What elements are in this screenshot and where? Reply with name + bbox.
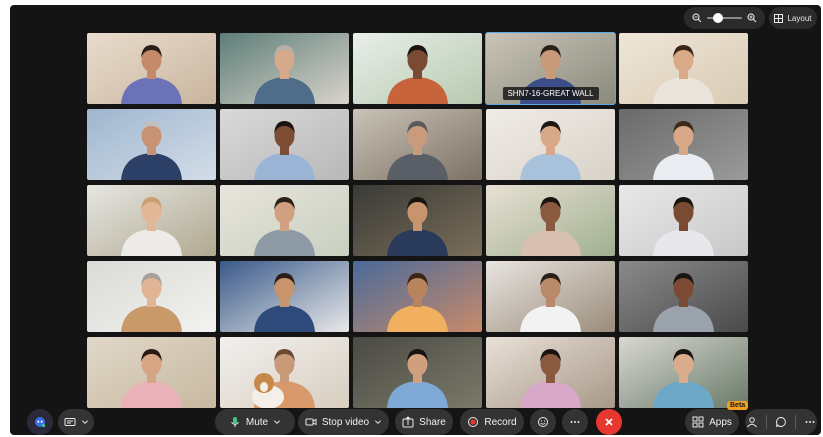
record-button[interactable]: Record bbox=[460, 409, 524, 435]
participant-video bbox=[87, 109, 216, 180]
video-tile[interactable] bbox=[353, 109, 482, 180]
toolbar-divider bbox=[766, 415, 768, 429]
video-tile[interactable] bbox=[87, 109, 216, 180]
more-icon[interactable] bbox=[804, 416, 816, 428]
mute-label: Mute bbox=[245, 416, 269, 428]
video-tile[interactable] bbox=[353, 33, 482, 104]
video-tile[interactable] bbox=[87, 33, 216, 104]
end-call-button[interactable] bbox=[596, 409, 622, 435]
share-label: Share bbox=[419, 416, 446, 428]
participant-video bbox=[220, 109, 349, 180]
end-call-icon bbox=[605, 418, 613, 426]
stop-video-label: Stop video bbox=[321, 416, 370, 428]
video-tile[interactable] bbox=[220, 261, 349, 332]
ai-assistant-icon bbox=[35, 417, 46, 428]
video-tile[interactable] bbox=[220, 185, 349, 256]
participant-video bbox=[619, 337, 748, 408]
beta-badge: Beta bbox=[727, 401, 749, 410]
zoom-slider-thumb[interactable] bbox=[712, 13, 723, 23]
participant-video bbox=[486, 337, 615, 408]
video-tile[interactable] bbox=[619, 109, 748, 180]
participants-icon[interactable] bbox=[746, 416, 758, 428]
video-tile[interactable] bbox=[87, 185, 216, 256]
video-tile[interactable] bbox=[87, 337, 216, 408]
video-tile[interactable] bbox=[353, 185, 482, 256]
participant-video bbox=[619, 33, 748, 104]
apps-button[interactable]: Apps bbox=[685, 409, 739, 435]
participant-video bbox=[619, 185, 748, 256]
participant-video bbox=[353, 109, 482, 180]
more-options-button[interactable] bbox=[562, 409, 588, 435]
apps-label: Apps bbox=[709, 416, 732, 428]
video-tile[interactable] bbox=[619, 33, 748, 104]
video-tile[interactable] bbox=[353, 261, 482, 332]
participant-video bbox=[619, 261, 748, 332]
video-tile[interactable] bbox=[353, 337, 482, 408]
participant-video bbox=[486, 185, 615, 256]
share-icon bbox=[402, 416, 414, 428]
participant-video bbox=[353, 337, 482, 408]
video-tile[interactable] bbox=[486, 185, 615, 256]
reactions-button[interactable] bbox=[530, 409, 556, 435]
zoom-in-icon[interactable] bbox=[747, 13, 757, 23]
participant-video bbox=[87, 337, 216, 408]
panel-controls bbox=[745, 409, 817, 435]
chat-icon[interactable] bbox=[775, 416, 787, 428]
video-grid: SHN7-16-GREAT WALL bbox=[87, 32, 748, 408]
participant-video bbox=[486, 261, 615, 332]
participant-video bbox=[87, 33, 216, 104]
chevron-down-icon[interactable] bbox=[273, 418, 281, 426]
reactions-icon bbox=[538, 417, 548, 427]
layout-button-label: Layout bbox=[787, 13, 812, 23]
zoom-out-icon[interactable] bbox=[692, 13, 702, 23]
video-tile[interactable] bbox=[220, 33, 349, 104]
participant-video bbox=[353, 33, 482, 104]
participant-video bbox=[353, 261, 482, 332]
video-tile[interactable] bbox=[220, 337, 349, 408]
mute-button[interactable]: Mute bbox=[215, 409, 295, 435]
participant-video bbox=[220, 185, 349, 256]
participant-video bbox=[220, 33, 349, 104]
chevron-down-icon[interactable] bbox=[374, 418, 382, 426]
microphone-icon bbox=[230, 417, 239, 427]
layout-button[interactable]: Layout bbox=[769, 7, 817, 29]
video-tile[interactable] bbox=[220, 109, 349, 180]
toolbar-divider bbox=[794, 415, 796, 429]
video-tile[interactable] bbox=[486, 261, 615, 332]
layout-grid-icon bbox=[774, 13, 784, 23]
zoom-slider[interactable] bbox=[707, 13, 742, 23]
room-name-label: SHN7-16-GREAT WALL bbox=[502, 87, 599, 100]
apps-icon bbox=[692, 416, 704, 428]
video-tile[interactable]: SHN7-16-GREAT WALL bbox=[485, 32, 616, 105]
meeting-toolbar: Mute Stop video Share Record Apps Beta bbox=[10, 401, 821, 435]
captions-button[interactable] bbox=[58, 409, 94, 435]
share-button[interactable]: Share bbox=[395, 409, 453, 435]
participant-video bbox=[619, 109, 748, 180]
record-label: Record bbox=[484, 416, 517, 428]
video-tile[interactable] bbox=[619, 185, 748, 256]
video-tile[interactable] bbox=[486, 109, 615, 180]
meeting-window: Layout SHN7-16-GREAT WALL Mute Stop vide… bbox=[10, 5, 821, 435]
video-tile[interactable] bbox=[87, 261, 216, 332]
chevron-down-icon bbox=[81, 420, 88, 425]
video-tile[interactable] bbox=[619, 261, 748, 332]
video-tile[interactable] bbox=[486, 337, 615, 408]
video-tile[interactable] bbox=[619, 337, 748, 408]
zoom-control[interactable] bbox=[684, 7, 765, 29]
participant-video bbox=[220, 337, 349, 408]
participant-video bbox=[87, 185, 216, 256]
participant-video bbox=[87, 261, 216, 332]
record-icon bbox=[468, 417, 479, 427]
participant-video bbox=[220, 261, 349, 332]
captions-icon bbox=[64, 418, 75, 426]
more-icon bbox=[570, 421, 580, 423]
participant-video bbox=[486, 109, 615, 180]
ai-assistant-button[interactable] bbox=[27, 409, 53, 435]
video-camera-icon bbox=[305, 418, 317, 426]
stop-video-button[interactable]: Stop video bbox=[298, 409, 389, 435]
participant-video bbox=[353, 185, 482, 256]
